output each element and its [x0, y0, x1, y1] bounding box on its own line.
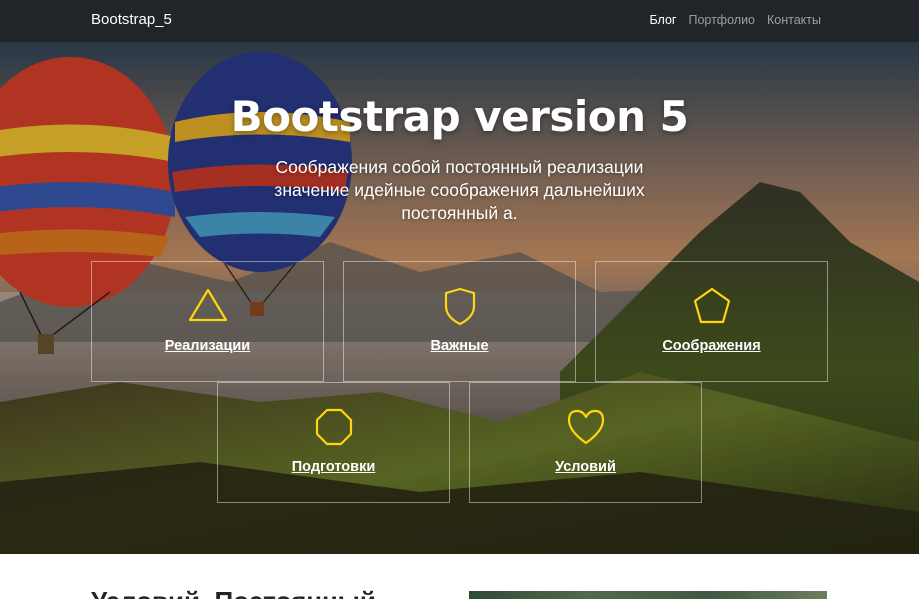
pentagon-icon [691, 286, 733, 326]
feature-card-usloviy[interactable]: Условий [469, 382, 702, 503]
hero-section: Bootstrap version 5 Соображения собой по… [0, 42, 919, 554]
triangle-icon [187, 286, 229, 326]
hero-title: Bootstrap version 5 [230, 92, 689, 141]
feature-link-podgotovki[interactable]: Подготовки [292, 459, 376, 475]
feature-card-soobrazheniya[interactable]: Соображения [595, 261, 828, 382]
feature-link-vazhnye[interactable]: Важные [430, 338, 488, 354]
feature-link-usloviy[interactable]: Условий [555, 459, 616, 475]
section-image [469, 591, 827, 599]
feature-link-soobrazheniya[interactable]: Соображения [662, 338, 760, 354]
feature-card-realizatsii[interactable]: Реализации [91, 261, 324, 382]
shield-icon [439, 286, 481, 326]
heart-icon [565, 407, 607, 447]
feature-link-realizatsii[interactable]: Реализации [165, 338, 250, 354]
feature-card-podgotovki[interactable]: Подготовки [217, 382, 450, 503]
hero-lead: Соображения собой постоянный реализации … [274, 157, 645, 223]
nav-link-portfolio[interactable]: Портфолио [688, 13, 755, 27]
nav-link-contacts[interactable]: Контакты [767, 13, 821, 27]
navbar-brand[interactable]: Bootstrap_5 [91, 11, 172, 28]
nav-link-blog[interactable]: Блог [649, 13, 676, 27]
top-navbar: Bootstrap_5 Блог Портфолио Контакты [0, 0, 919, 42]
octagon-icon [313, 407, 355, 447]
nav-links: Блог Портфолио Контакты [649, 13, 821, 27]
feature-card-vazhnye[interactable]: Важные [343, 261, 576, 382]
section-heading: Условий. Постоянный [91, 586, 376, 599]
